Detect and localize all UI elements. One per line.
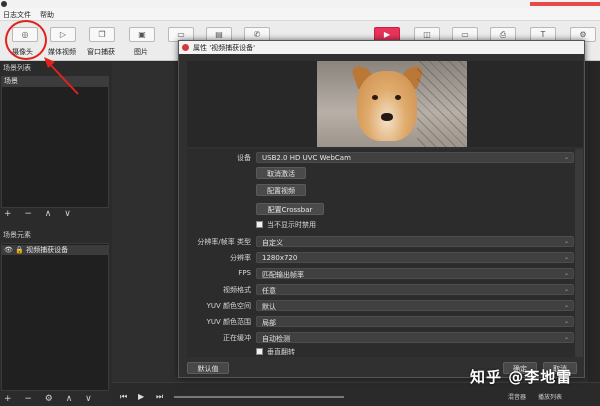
annotation-arrow: [44, 57, 79, 95]
watermark: 知乎 @李地雷: [470, 368, 573, 386]
